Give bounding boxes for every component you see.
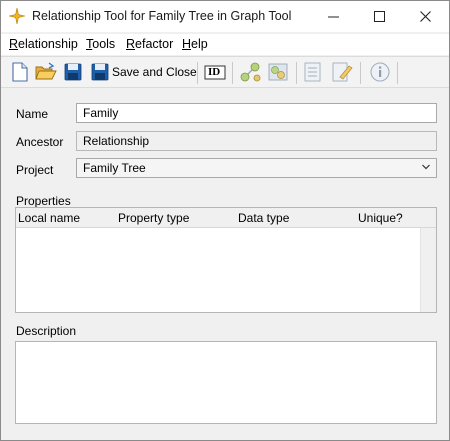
new-button[interactable] [10,61,30,83]
edit-pencil-icon [332,62,353,82]
properties-grid-scrollbar[interactable] [420,228,436,312]
list-view-button[interactable] [303,61,323,83]
toolbar-separator [397,62,398,84]
toolbar-separator [197,62,198,84]
info-icon [370,62,390,82]
open-button[interactable] [35,61,57,83]
toolbar-separator [232,62,233,84]
menu-relationship-label: elationship [18,37,78,51]
menu-relationship-mnemonic: R [9,37,19,51]
menu-refactor-mnemonic: R [126,37,136,51]
project-label: Project [16,163,54,177]
save-button[interactable] [63,61,83,83]
project-select-value: Family Tree [83,161,146,175]
menu-refactor[interactable]: Refactor [126,37,173,51]
description-textarea[interactable] [15,341,437,424]
properties-grid[interactable]: Local name Property type Data type Uniqu… [15,207,437,313]
info-button[interactable] [369,61,391,83]
ancestor-field: Relationship [76,131,437,151]
form-area: Name Family Ancestor Relationship Projec… [1,89,449,440]
toolbar-separator [360,62,361,84]
properties-label: Properties [16,194,71,208]
id-label: ID [208,66,221,78]
maximize-button[interactable] [357,1,403,32]
column-header-data-type[interactable]: Data type [238,211,289,225]
window-title: Relationship Tool for Family Tree in Gra… [32,9,292,23]
open-folder-icon [35,62,57,80]
description-label: Description [16,324,77,338]
project-select[interactable]: Family Tree [76,158,437,178]
menu-tools[interactable]: Tools [86,37,115,51]
id-button[interactable]: ID [204,61,226,83]
graph-tool-button[interactable] [240,61,262,83]
menu-help[interactable]: Help [182,37,208,51]
title-bar: Relationship Tool for Family Tree in Gra… [1,1,449,32]
menu-refactor-label: efactor [135,37,174,51]
toolbar-separator [296,62,297,84]
menu-relationship[interactable]: Relationship [9,37,78,51]
tool-window: Relationship Tool for Family Tree in Gra… [0,0,450,441]
save-disk-icon [91,63,109,81]
save-and-close-button[interactable]: Save and Close [91,61,197,83]
menu-tools-label: ools [92,37,116,51]
diagram-image-icon [268,63,288,81]
minimize-button[interactable] [311,1,357,32]
menu-help-label: elp [191,37,208,51]
name-field[interactable]: Family [76,103,437,123]
minimize-icon [328,16,339,18]
new-document-icon [12,62,28,82]
column-header-unique[interactable]: Unique? [358,211,403,225]
name-label: Name [16,107,49,121]
diagram-button[interactable] [267,61,289,83]
ancestor-label: Ancestor [16,135,64,149]
list-document-icon [304,62,321,82]
toolbar: Save and Close ID [1,56,449,88]
maximize-icon [374,11,385,22]
graph-nodes-icon [240,62,261,82]
column-header-property-type[interactable]: Property type [118,211,189,225]
properties-grid-header: Local name Property type Data type Uniqu… [16,208,436,228]
sparkle-star-icon [9,8,25,24]
close-icon [420,11,431,22]
column-header-local-name[interactable]: Local name [18,211,80,225]
menu-help-mnemonic: H [182,37,192,51]
menu-bar: Relationship Tools Refactor Help [1,34,449,55]
save-and-close-label: Save and Close [112,65,197,79]
edit-button[interactable] [331,61,353,83]
save-disk-icon [64,63,82,81]
close-button[interactable] [403,1,449,32]
chevron-down-icon [422,164,430,170]
